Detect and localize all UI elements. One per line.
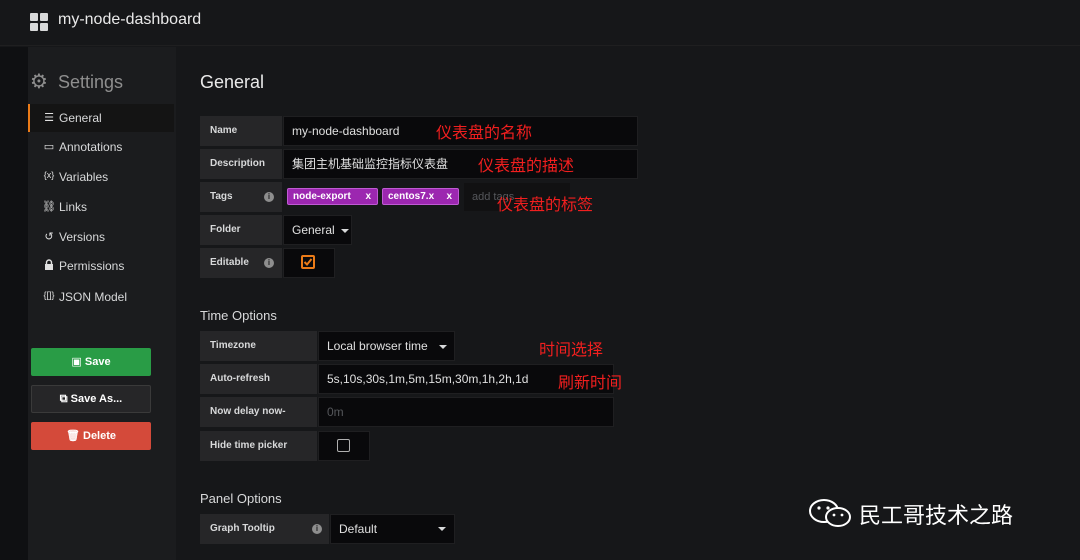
save-icon: ▣ — [71, 356, 82, 368]
sidebar-item-label: Links — [59, 200, 88, 214]
tag-remove-icon[interactable]: x — [446, 189, 452, 204]
check-icon — [303, 258, 313, 266]
variable-icon: {x} — [43, 170, 55, 180]
tags-annotation: 仪表盘的标签 — [497, 195, 594, 214]
refresh-annotation: 刷新时间 — [558, 373, 623, 392]
watermark: 民工哥技术之路 — [808, 494, 1048, 530]
info-icon[interactable]: i — [312, 524, 322, 534]
dashboard-title[interactable]: my-node-dashboard — [58, 11, 201, 29]
save-button[interactable]: ▣ Save — [31, 348, 151, 376]
page-title: General — [200, 72, 265, 92]
info-icon[interactable]: i — [264, 192, 274, 202]
history-icon: ↺ — [44, 231, 54, 243]
top-bar: my-node-dashboard — [0, 0, 1080, 46]
sidebar-item-versions[interactable]: ↺ Versions — [28, 223, 174, 251]
tag-remove-icon[interactable]: x — [365, 189, 371, 204]
hide-time-picker-checkbox[interactable] — [337, 439, 350, 452]
name-annotation: 仪表盘的名称 — [436, 123, 533, 142]
name-label: Name — [200, 116, 282, 146]
save-as-button-label: Save As... — [70, 393, 123, 405]
folder-select-value: General — [292, 223, 335, 237]
save-as-button[interactable]: ⧉ Save As... — [31, 385, 151, 413]
folder-select[interactable]: General — [283, 215, 352, 245]
delete-button-label: Delete — [83, 430, 117, 442]
tags-label-text: Tags — [210, 191, 233, 202]
delete-button[interactable]: 🗑 Delete — [31, 422, 151, 450]
sidebar-item-json-model[interactable]: {[]} JSON Model — [28, 283, 174, 311]
tag-label: node-export — [293, 191, 351, 202]
lock-icon — [42, 259, 56, 273]
timezone-annotation: 时间选择 — [539, 340, 604, 359]
sidebar-item-label: Variables — [59, 170, 109, 184]
sidebar-item-label: General — [59, 111, 102, 125]
time-options-heading: Time Options — [200, 308, 277, 323]
hide-time-picker-container[interactable] — [318, 431, 370, 461]
editable-checkbox[interactable] — [301, 255, 315, 269]
copy-icon: ⧉ — [59, 393, 68, 405]
sidebar-item-permissions[interactable]: Permissions — [28, 252, 174, 280]
wechat-icon — [809, 499, 851, 527]
settings-heading: ⚙ Settings — [30, 71, 180, 95]
sidebar-item-label: Versions — [59, 230, 106, 244]
link-icon: ⛓ — [42, 201, 56, 213]
timezone-select[interactable]: Local browser time — [318, 331, 455, 361]
timezone-select-value: Local browser time — [327, 339, 428, 353]
description-input[interactable]: 集团主机基础监控指标仪表盘 — [283, 149, 638, 179]
json-icon: {[]} — [43, 290, 55, 300]
grid-icon[interactable] — [30, 13, 48, 31]
caret-down-icon — [439, 344, 448, 349]
left-gutter — [0, 47, 28, 560]
sidebar-item-label: Annotations — [59, 140, 123, 154]
tag-chip[interactable]: centos7.x x — [382, 188, 459, 205]
now-delay-input[interactable]: 0m — [318, 397, 614, 427]
settings-content: General Name my-node-dashboard Descripti… — [176, 47, 1080, 560]
info-icon[interactable]: i — [264, 258, 274, 268]
caret-down-icon — [438, 527, 446, 531]
save-button-label: Save — [84, 356, 111, 368]
description-annotation: 仪表盘的描述 — [478, 156, 575, 175]
tag-label: centos7.x — [388, 191, 435, 202]
graph-tooltip-label-text: Graph Tooltip — [210, 523, 275, 534]
watermark-text: 民工哥技术之路 — [859, 504, 1014, 529]
now-delay-label: Now delay now- — [200, 397, 317, 427]
description-label: Description — [200, 149, 282, 179]
timezone-label: Timezone — [200, 331, 317, 361]
graph-tooltip-select-value: Default — [339, 522, 378, 536]
sidebar-item-label: Permissions — [59, 259, 125, 273]
tag-chip[interactable]: node-export x — [287, 188, 378, 205]
editable-label-text: Editable — [210, 257, 249, 268]
auto-refresh-label: Auto-refresh — [200, 364, 317, 394]
sidebar-item-label: JSON Model — [59, 290, 128, 304]
settings-sidebar: ⚙ Settings ☰ General ▭ Annotations {x} V… — [28, 47, 176, 560]
gear-icon: ⚙ — [30, 71, 48, 93]
folder-label: Folder — [200, 215, 282, 245]
sidebar-item-annotations[interactable]: ▭ Annotations — [28, 133, 174, 161]
hide-time-picker-label: Hide time picker — [200, 431, 317, 461]
graph-tooltip-label: Graph Tooltip — [200, 514, 329, 544]
sidebar-item-general[interactable]: ☰ General — [28, 104, 174, 132]
comment-icon: ▭ — [43, 141, 55, 153]
sliders-icon: ☰ — [44, 112, 54, 124]
graph-tooltip-select[interactable]: Default — [330, 514, 455, 544]
editable-checkbox-container[interactable] — [283, 248, 335, 278]
settings-heading-label: Settings — [58, 72, 124, 92]
panel-options-heading: Panel Options — [200, 491, 282, 506]
trash-icon: 🗑 — [65, 430, 80, 442]
sidebar-item-links[interactable]: ⛓ Links — [28, 193, 174, 221]
sidebar-item-variables[interactable]: {x} Variables — [28, 163, 174, 191]
caret-down-icon — [341, 228, 350, 233]
